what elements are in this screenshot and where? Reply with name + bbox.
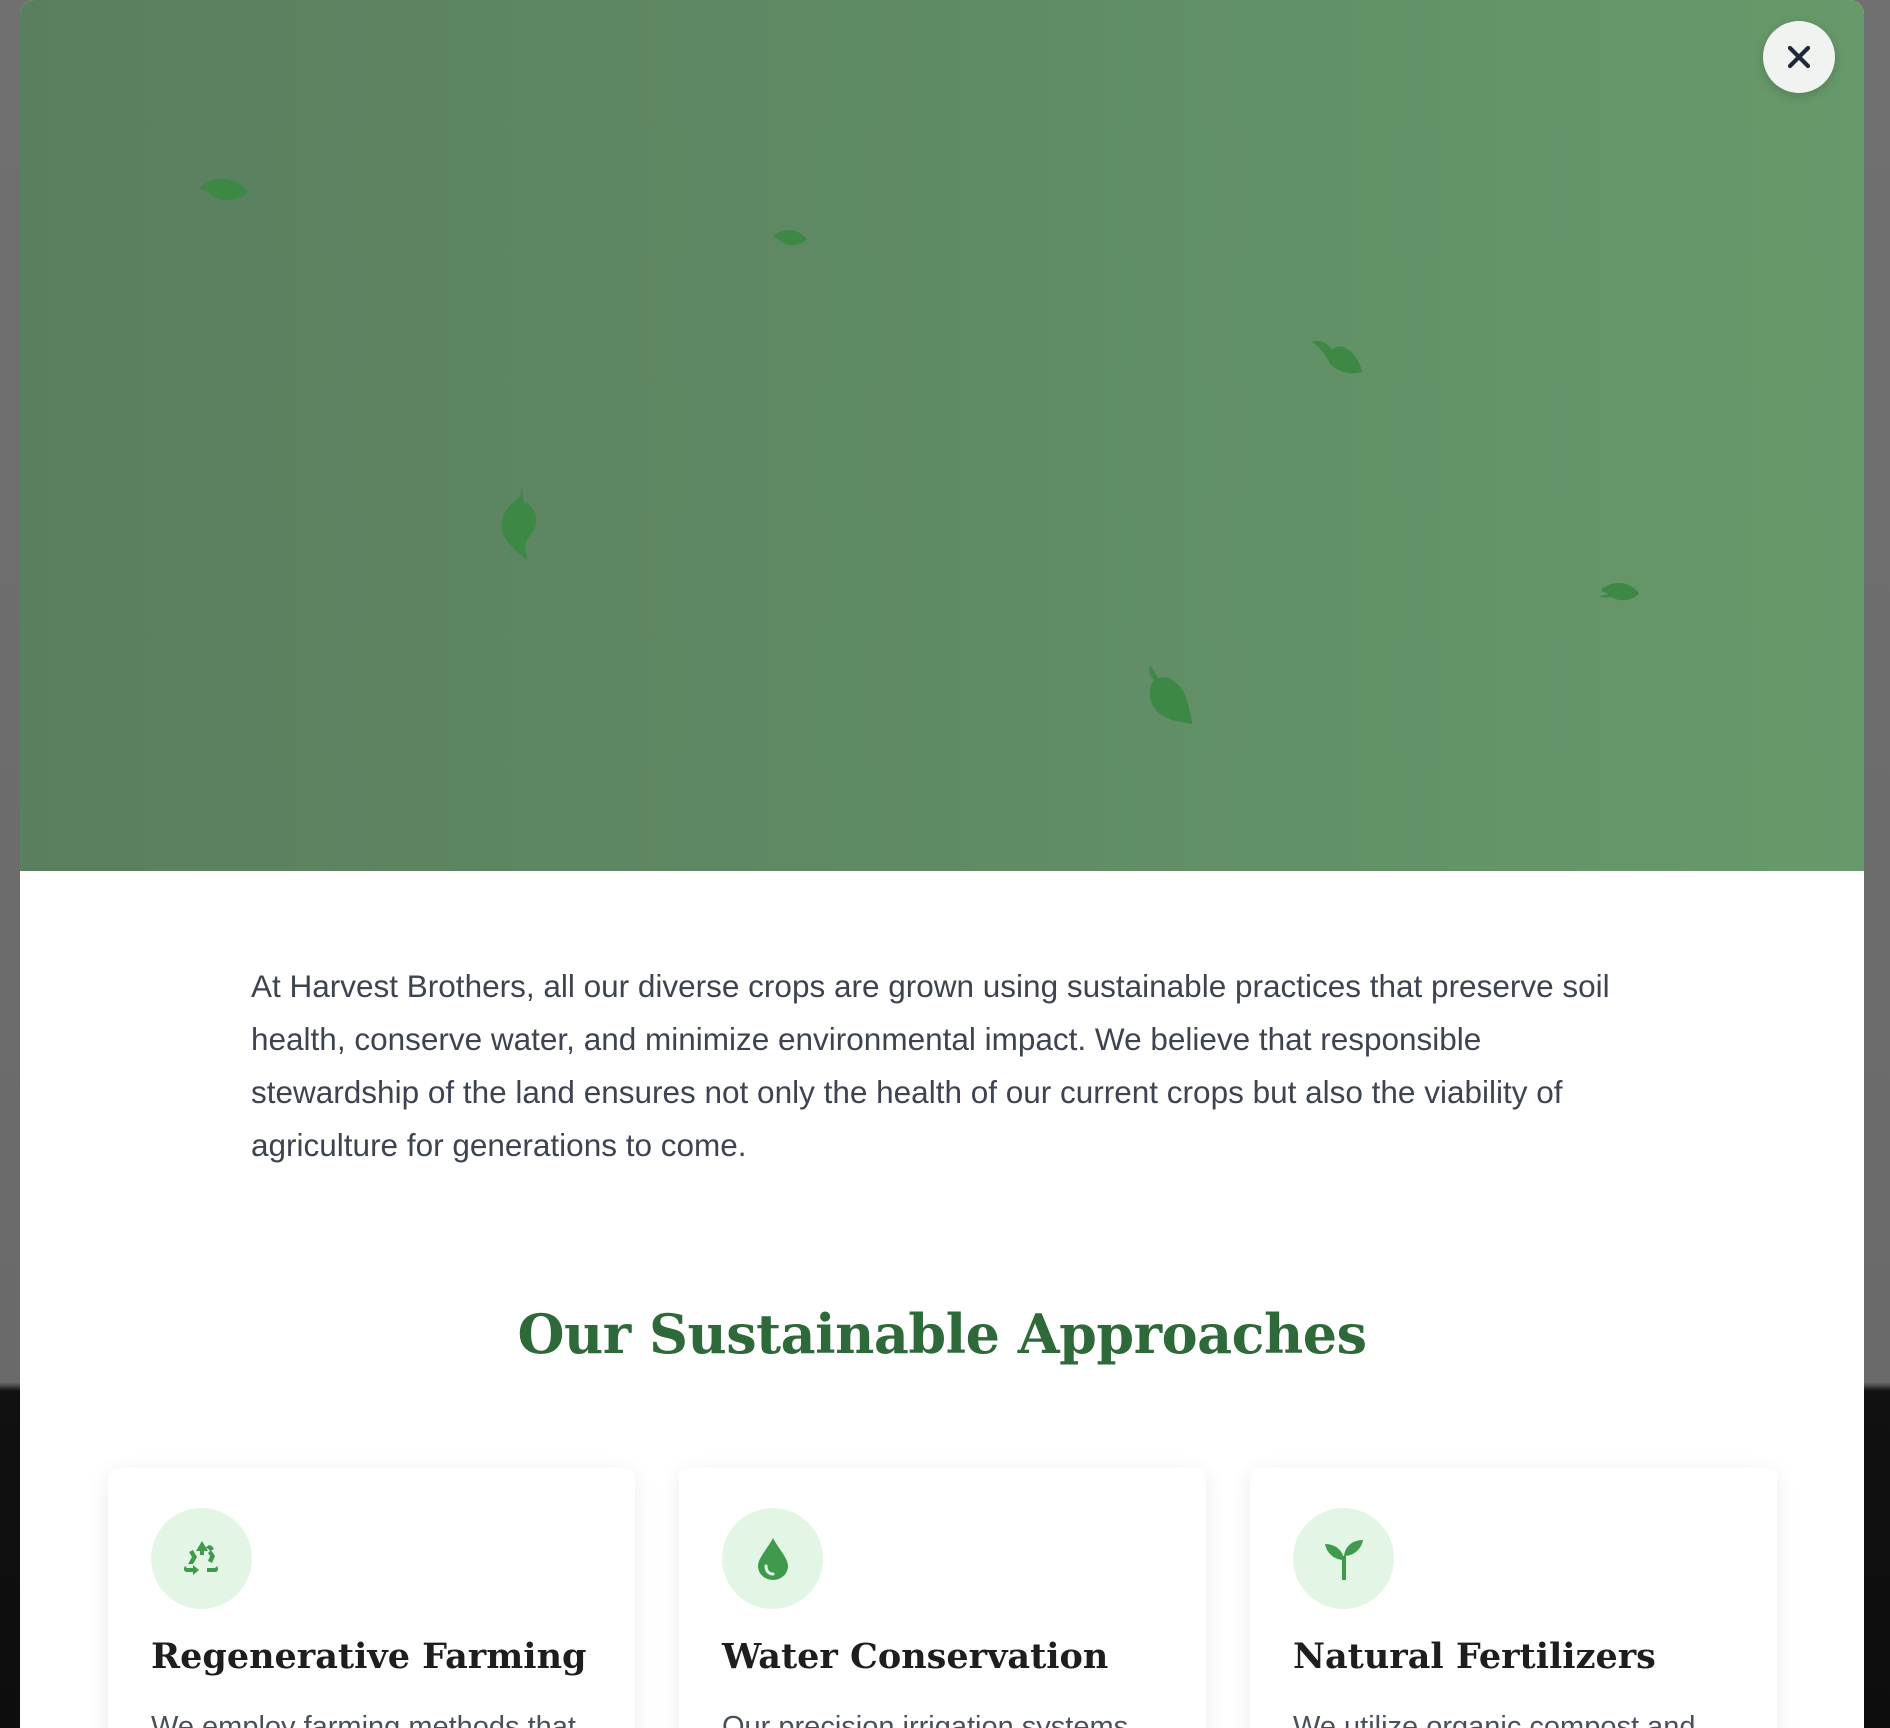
close-button[interactable] (1763, 21, 1835, 93)
intro-paragraph: At Harvest Brothers, all our diverse cro… (251, 968, 1610, 1163)
card-description: Our precision irrigation systems (722, 1711, 1129, 1728)
section-title: Our Sustainable Approaches (517, 1302, 1367, 1366)
leaf-icon (1597, 576, 1643, 608)
approach-card-regenerative: Regenerative Farming We employ farming m… (108, 1468, 635, 1728)
leaf-icon (196, 170, 252, 210)
leaf-icon (1140, 664, 1194, 726)
card-title: Regenerative Farming (151, 1636, 587, 1677)
card-description: We employ farming methods that (151, 1711, 576, 1728)
recycle-icon (183, 1540, 218, 1575)
seedling-icon (1324, 1539, 1363, 1580)
close-icon (1787, 45, 1811, 69)
leaf-icon (770, 224, 810, 252)
approach-card-fertilizers: Natural Fertilizers We utilize organic c… (1250, 1468, 1777, 1728)
card-title: Natural Fertilizers (1293, 1636, 1656, 1677)
card-icon-circle (1293, 1508, 1394, 1609)
approach-card-water: Water Conservation Our precision irrigat… (679, 1468, 1206, 1728)
sustainability-modal: At Harvest Brothers, all our diverse cro… (20, 0, 1864, 1728)
card-icon-circle (151, 1508, 252, 1609)
hero-banner (20, 0, 1864, 871)
water-drop-icon (757, 1537, 788, 1580)
card-title: Water Conservation (722, 1636, 1109, 1677)
leaf-icon (1310, 336, 1366, 378)
card-description: We utilize organic compost and (1293, 1711, 1696, 1728)
card-icon-circle (722, 1508, 823, 1609)
leaf-icon (494, 484, 542, 562)
